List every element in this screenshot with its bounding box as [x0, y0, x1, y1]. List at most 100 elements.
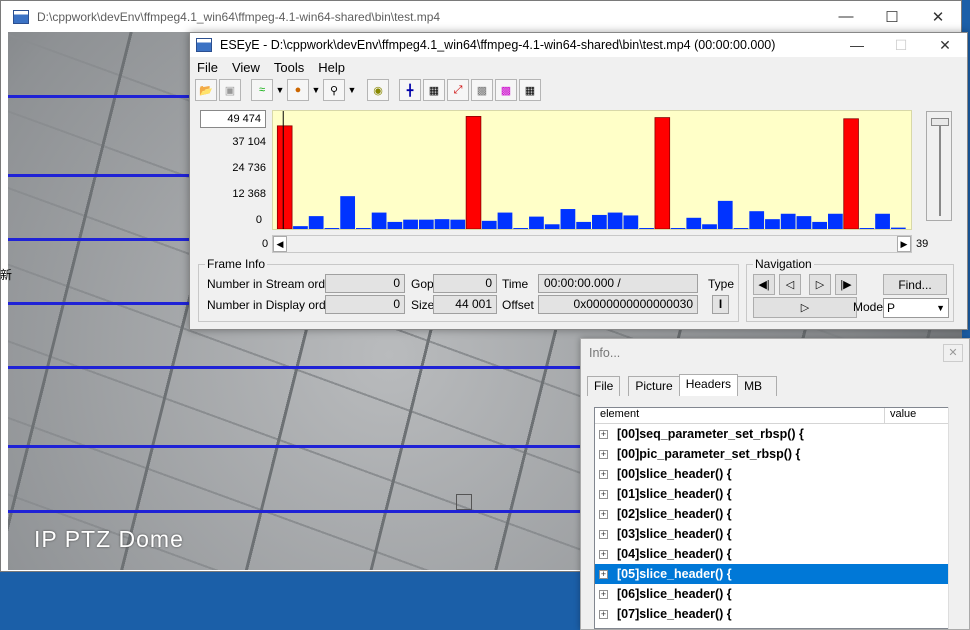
frame-bar[interactable]: [765, 219, 780, 229]
frame-bar[interactable]: [293, 226, 308, 229]
expand-icon[interactable]: +: [599, 609, 608, 619]
frame-bar[interactable]: [481, 220, 497, 229]
last-frame-icon[interactable]: |▶: [835, 274, 857, 295]
frame-bar[interactable]: [828, 213, 843, 229]
mode-select[interactable]: P ▼: [883, 298, 949, 318]
zoom-slider[interactable]: [926, 111, 952, 221]
eseye-title-bar[interactable]: ESEyE - D:\cppwork\devEnv\ffmpeg4.1_win6…: [190, 33, 967, 57]
color-dropdown-icon[interactable]: ▼: [311, 79, 321, 101]
frame-bar[interactable]: [465, 116, 482, 229]
zoom-icon[interactable]: ⚲: [323, 79, 345, 101]
save-icon[interactable]: ▣: [219, 79, 241, 101]
expand-icon[interactable]: +: [599, 429, 608, 439]
frame-bar[interactable]: [796, 216, 812, 229]
expand-icon[interactable]: +: [599, 529, 608, 539]
frame-bar[interactable]: [560, 209, 576, 229]
tiles-icon[interactable]: ▩: [471, 79, 493, 101]
frame-bar[interactable]: [702, 224, 717, 229]
grid-block-icon[interactable]: ▦: [423, 79, 445, 101]
zoom-dropdown-icon[interactable]: ▼: [347, 79, 357, 101]
tree-row[interactable]: + [03]slice_header() {: [595, 524, 948, 544]
frame-bar[interactable]: [875, 213, 890, 229]
menu-help[interactable]: Help: [311, 60, 352, 75]
tree-row[interactable]: + [04]slice_header() {: [595, 544, 948, 564]
frame-bar[interactable]: [859, 228, 875, 229]
maximize-button[interactable]: ☐: [869, 2, 915, 32]
tab-mb[interactable]: MB: [737, 376, 778, 396]
expand-icon[interactable]: +: [599, 569, 608, 579]
info-icon[interactable]: ◉: [367, 79, 389, 101]
expand-icon[interactable]: +: [599, 489, 608, 499]
menu-tools[interactable]: Tools: [267, 60, 311, 75]
frame-bar[interactable]: [387, 221, 403, 229]
menu-view[interactable]: View: [225, 60, 267, 75]
frame-bar[interactable]: [340, 196, 356, 229]
tree-row[interactable]: + [01]slice_header() {: [595, 484, 948, 504]
player-title-bar[interactable]: D:\cppwork\devEnv\ffmpeg4.1_win64\ffmpeg…: [1, 1, 961, 32]
tab-picture[interactable]: Picture: [628, 376, 680, 396]
open-icon[interactable]: 📂: [195, 79, 217, 101]
frame-bar[interactable]: [639, 228, 654, 229]
expand-icon[interactable]: +: [599, 449, 608, 459]
frame-bar[interactable]: [749, 211, 765, 229]
frame-bar[interactable]: [356, 228, 371, 229]
frame-bar[interactable]: [434, 219, 450, 229]
scroll-right-arrow-icon[interactable]: ▶: [897, 236, 911, 252]
frame-bar[interactable]: [670, 228, 686, 229]
column-element[interactable]: element: [595, 408, 885, 423]
tree-row[interactable]: + [00]pic_parameter_set_rbsp() {: [595, 444, 948, 464]
info-title-bar[interactable]: Info... ✕: [581, 339, 969, 367]
color-grid-icon[interactable]: ▩: [495, 79, 517, 101]
chart-dropdown-icon[interactable]: ▼: [275, 79, 285, 101]
grid-lines-icon[interactable]: ╋: [399, 79, 421, 101]
tree-row[interactable]: + [00]seq_parameter_set_rbsp() {: [595, 424, 948, 444]
frame-bar[interactable]: [780, 213, 796, 229]
bar-plot[interactable]: [272, 110, 912, 230]
frame-bar[interactable]: [686, 217, 702, 229]
tree-row[interactable]: + [06]slice_header() {: [595, 584, 948, 604]
tree-row[interactable]: + [07]slice_header() {: [595, 604, 948, 624]
menu-file[interactable]: File: [190, 60, 225, 75]
frame-bar[interactable]: [450, 219, 466, 229]
info-close-button[interactable]: ✕: [943, 344, 963, 362]
frame-bar[interactable]: [308, 216, 324, 229]
frame-bar[interactable]: [418, 219, 434, 229]
frame-scrollbar[interactable]: ◀ ▶: [272, 235, 912, 253]
close-button[interactable]: ✕: [915, 2, 961, 32]
expand-icon[interactable]: +: [599, 549, 608, 559]
tree-row-selected[interactable]: + [05]slice_header() {: [595, 564, 948, 584]
expand-icon[interactable]: +: [599, 509, 608, 519]
frame-bar[interactable]: [607, 212, 623, 229]
frame-bar[interactable]: [576, 221, 592, 229]
tab-headers[interactable]: Headers: [678, 374, 739, 396]
frame-bar[interactable]: [843, 118, 859, 229]
arrows-icon[interactable]: ⤢: [447, 79, 469, 101]
scroll-left-arrow-icon[interactable]: ◀: [273, 236, 287, 252]
table-icon[interactable]: ▦: [519, 79, 541, 101]
eseye-close-button[interactable]: ✕: [923, 33, 967, 57]
minimize-button[interactable]: —: [823, 2, 869, 32]
frame-bar[interactable]: [654, 117, 671, 229]
first-frame-icon[interactable]: ◀|: [753, 274, 775, 295]
next-frame-icon[interactable]: ▷: [809, 274, 831, 295]
frame-bar[interactable]: [733, 228, 749, 229]
expand-icon[interactable]: +: [599, 469, 608, 479]
play-icon[interactable]: ▷: [753, 297, 857, 318]
tree-row[interactable]: + [00]slice_header() {: [595, 464, 948, 484]
frame-bar[interactable]: [717, 200, 733, 229]
eseye-maximize-button[interactable]: ☐: [879, 33, 923, 57]
frame-bar[interactable]: [544, 224, 560, 229]
find-button[interactable]: Find...: [883, 274, 947, 295]
frame-bar[interactable]: [497, 212, 513, 229]
chart-icon[interactable]: ≈: [251, 79, 273, 101]
frame-bar[interactable]: [890, 227, 906, 229]
frame-bar[interactable]: [403, 219, 418, 229]
tree-row[interactable]: + [02]slice_header() {: [595, 504, 948, 524]
frame-bar[interactable]: [623, 215, 639, 229]
y-max-box[interactable]: 49 474: [200, 110, 266, 128]
frame-bar[interactable]: [529, 216, 544, 229]
prev-frame-icon[interactable]: ◁: [779, 274, 801, 295]
frame-bar[interactable]: [812, 221, 828, 229]
column-value[interactable]: value: [885, 408, 945, 423]
frame-bar[interactable]: [371, 212, 387, 229]
